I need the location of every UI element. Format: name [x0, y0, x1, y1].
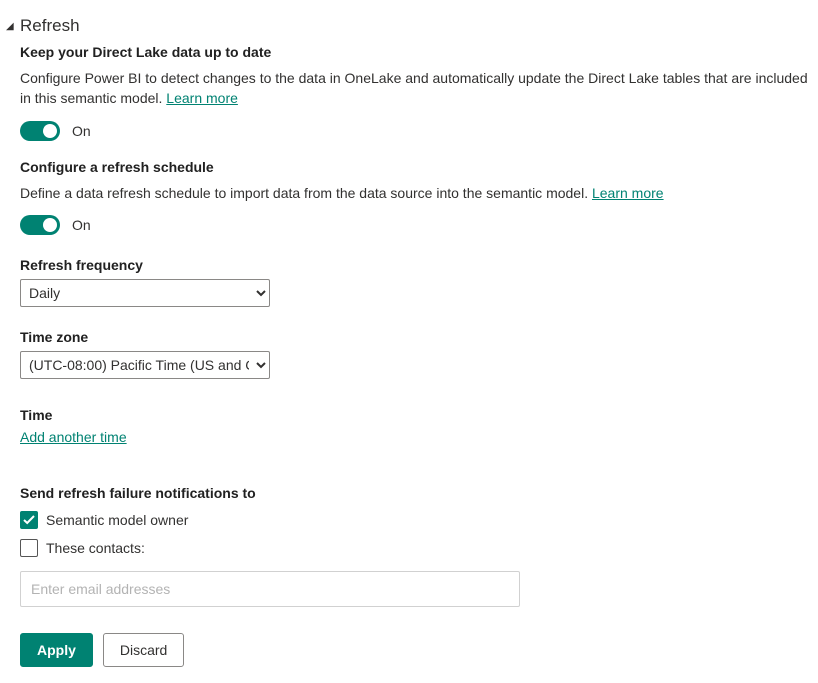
add-time-link[interactable]: Add another time	[20, 429, 127, 445]
directlake-learn-more-link[interactable]: Learn more	[166, 90, 238, 106]
time-label: Time	[20, 407, 812, 423]
check-icon	[23, 514, 35, 526]
section-header-refresh[interactable]: ◢ Refresh	[6, 16, 812, 36]
directlake-heading: Keep your Direct Lake data up to date	[20, 44, 812, 60]
contacts-email-input[interactable]	[20, 571, 520, 607]
schedule-toggle[interactable]	[20, 215, 60, 235]
timezone-label: Time zone	[20, 329, 812, 345]
contacts-checkbox-label: These contacts:	[46, 540, 145, 556]
directlake-toggle-label: On	[72, 123, 91, 139]
contacts-checkbox[interactable]	[20, 539, 38, 557]
directlake-toggle[interactable]	[20, 121, 60, 141]
section-title: Refresh	[20, 16, 80, 36]
apply-button[interactable]: Apply	[20, 633, 93, 667]
frequency-select[interactable]: Daily	[20, 279, 270, 307]
timezone-select[interactable]: (UTC-08:00) Pacific Time (US and Canada)	[20, 351, 270, 379]
owner-checkbox-label: Semantic model owner	[46, 512, 188, 528]
frequency-label: Refresh frequency	[20, 257, 812, 273]
schedule-heading: Configure a refresh schedule	[20, 159, 812, 175]
directlake-description: Configure Power BI to detect changes to …	[20, 68, 812, 109]
chevron-down-icon: ◢	[6, 21, 18, 32]
schedule-description: Define a data refresh schedule to import…	[20, 183, 812, 203]
owner-checkbox[interactable]	[20, 511, 38, 529]
discard-button[interactable]: Discard	[103, 633, 184, 667]
schedule-toggle-label: On	[72, 217, 91, 233]
schedule-learn-more-link[interactable]: Learn more	[592, 185, 664, 201]
notify-heading: Send refresh failure notifications to	[20, 485, 812, 501]
